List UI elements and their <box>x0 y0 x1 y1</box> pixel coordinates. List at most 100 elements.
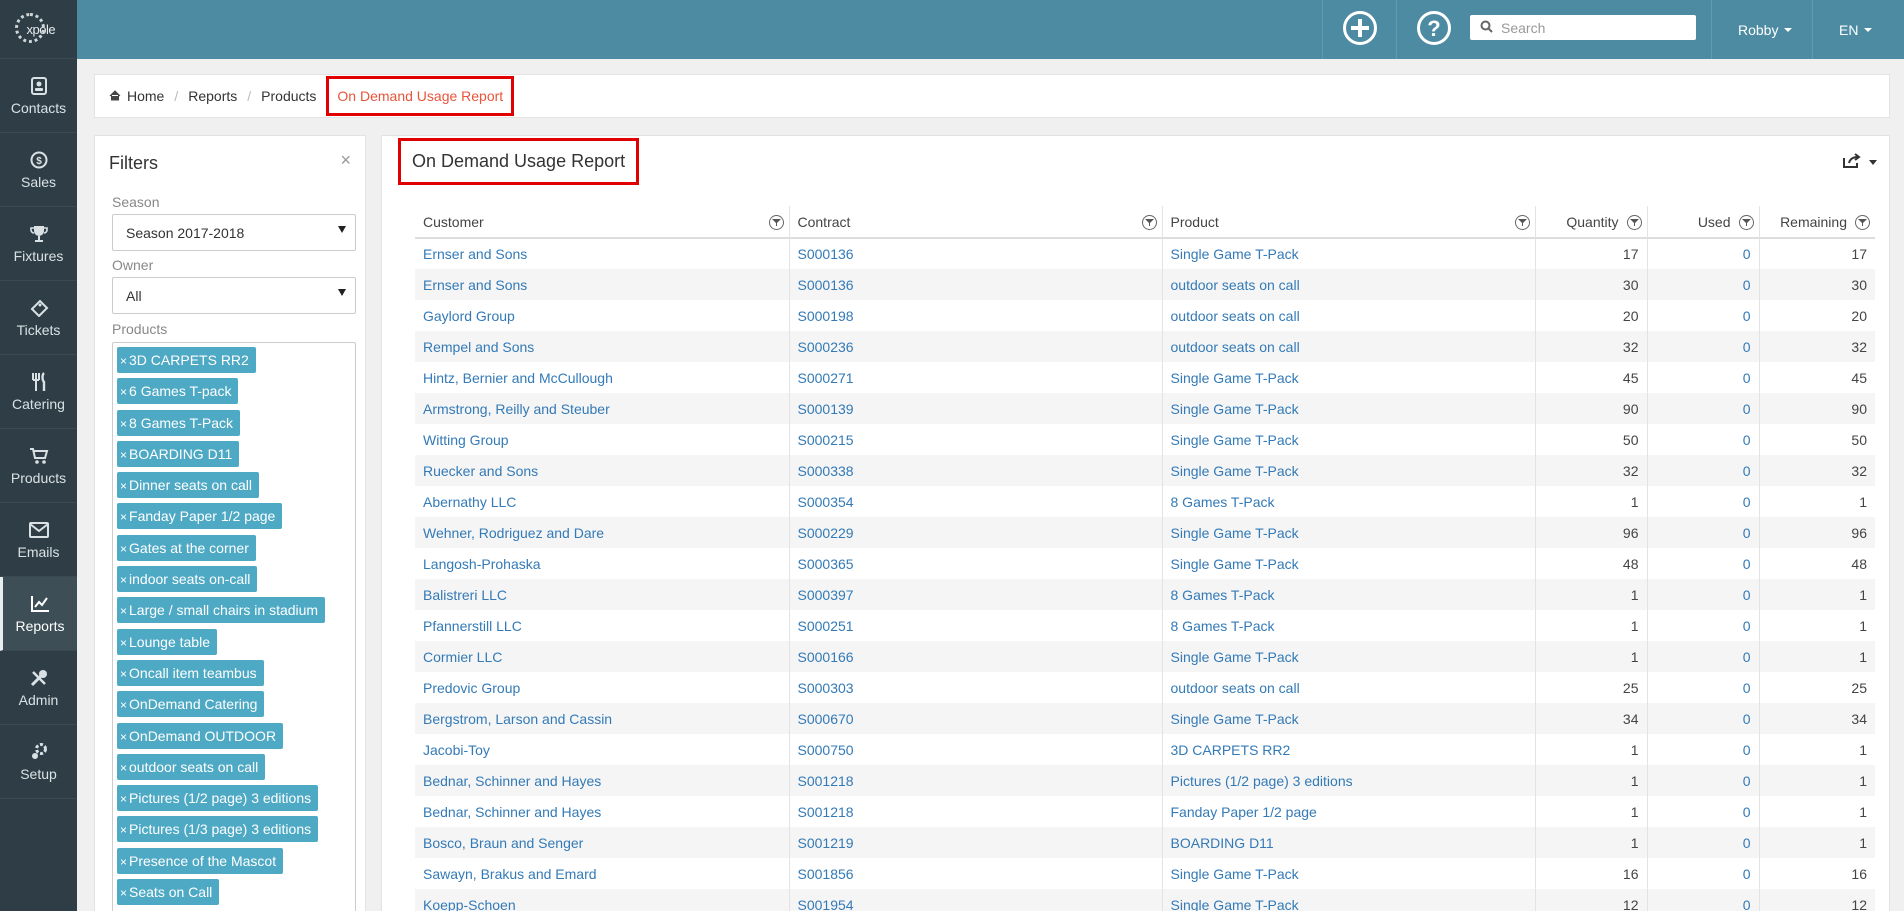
customer-link[interactable]: Balistreri LLC <box>415 579 789 610</box>
product-link[interactable]: 3D CARPETS RR2 <box>1161 734 1535 765</box>
nav-products[interactable]: Products <box>0 429 77 503</box>
customer-link[interactable]: Hintz, Bernier and McCullough <box>415 362 789 393</box>
breadcrumb-home[interactable]: Home <box>127 88 164 104</box>
remove-tag-icon[interactable]: × <box>120 855 127 869</box>
column-product[interactable]: Product <box>1161 206 1535 239</box>
product-link[interactable]: BOARDING D11 <box>1161 827 1535 858</box>
used-link[interactable]: 0 <box>1646 548 1759 579</box>
remove-tag-icon[interactable]: × <box>120 761 127 775</box>
filter-icon[interactable] <box>1141 215 1157 230</box>
filter-icon[interactable] <box>1514 215 1530 230</box>
column-contract[interactable]: Contract <box>788 206 1162 239</box>
remove-tag-icon[interactable]: × <box>120 886 127 900</box>
product-tag[interactable]: × OnDemand Catering <box>117 691 265 718</box>
contract-link[interactable]: S000236 <box>788 331 1162 362</box>
remove-tag-icon[interactable]: × <box>120 604 127 618</box>
customer-link[interactable]: Ernser and Sons <box>415 269 789 300</box>
breadcrumb-reports[interactable]: Reports <box>188 88 237 104</box>
search-input[interactable] <box>1501 19 1681 36</box>
product-link[interactable]: Single Game T-Pack <box>1161 889 1535 911</box>
remove-tag-icon[interactable]: × <box>120 417 127 431</box>
remove-tag-icon[interactable]: × <box>120 698 127 712</box>
used-link[interactable]: 0 <box>1646 858 1759 889</box>
customer-link[interactable]: Ruecker and Sons <box>415 455 789 486</box>
used-link[interactable]: 0 <box>1646 517 1759 548</box>
nav-reports[interactable]: Reports <box>0 577 77 651</box>
product-tag[interactable]: × Large / small chairs in stadium <box>117 597 326 624</box>
product-tag[interactable]: × Lounge table <box>117 628 217 655</box>
nav-contacts[interactable]: Contacts <box>0 59 77 133</box>
used-link[interactable]: 0 <box>1646 300 1759 331</box>
product-link[interactable]: Single Game T-Pack <box>1161 517 1535 548</box>
used-link[interactable]: 0 <box>1646 827 1759 858</box>
remove-tag-icon[interactable]: × <box>120 730 127 744</box>
customer-link[interactable]: Bergstrom, Larson and Cassin <box>415 703 789 734</box>
filter-icon[interactable] <box>1855 215 1870 230</box>
product-tag[interactable]: × Presence of the Mascot <box>117 847 284 874</box>
used-link[interactable]: 0 <box>1646 424 1759 455</box>
contract-link[interactable]: S000670 <box>788 703 1162 734</box>
contract-link[interactable]: S001218 <box>788 765 1162 796</box>
used-link[interactable]: 0 <box>1646 796 1759 827</box>
product-tag[interactable]: × outdoor seats on call <box>117 753 266 780</box>
export-menu[interactable] <box>1843 153 1877 171</box>
product-link[interactable]: outdoor seats on call <box>1161 269 1535 300</box>
close-icon[interactable]: × <box>340 150 351 171</box>
language-menu[interactable]: EN <box>1812 0 1904 59</box>
app-logo[interactable]: xpole <box>0 0 77 59</box>
product-link[interactable]: Single Game T-Pack <box>1161 858 1535 889</box>
used-link[interactable]: 0 <box>1646 579 1759 610</box>
product-tag[interactable]: × Pictures (1/2 page) 3 editions <box>117 785 319 812</box>
owner-select[interactable]: All <box>112 277 356 314</box>
help-button[interactable]: ? <box>1396 0 1470 59</box>
used-link[interactable]: 0 <box>1646 331 1759 362</box>
contract-link[interactable]: S000251 <box>788 610 1162 641</box>
customer-link[interactable]: Cormier LLC <box>415 641 789 672</box>
customer-link[interactable]: Pfannerstill LLC <box>415 610 789 641</box>
used-link[interactable]: 0 <box>1646 269 1759 300</box>
contract-link[interactable]: S000271 <box>788 362 1162 393</box>
column-quantity[interactable]: Quantity <box>1534 206 1647 239</box>
product-tag[interactable]: × Gates at the corner <box>117 534 256 561</box>
product-tag[interactable]: × 6 Games T-pack <box>117 378 239 405</box>
nav-emails[interactable]: Emails <box>0 503 77 577</box>
remove-tag-icon[interactable]: × <box>120 792 127 806</box>
season-select[interactable]: Season 2017-2018 <box>112 214 356 251</box>
contract-link[interactable]: S000750 <box>788 734 1162 765</box>
used-link[interactable]: 0 <box>1646 641 1759 672</box>
customer-link[interactable]: Abernathy LLC <box>415 486 789 517</box>
column-remaining[interactable]: Remaining <box>1758 206 1875 239</box>
used-link[interactable]: 0 <box>1646 486 1759 517</box>
contract-link[interactable]: S001954 <box>788 889 1162 911</box>
customer-link[interactable]: Bosco, Braun and Senger <box>415 827 789 858</box>
used-link[interactable]: 0 <box>1646 889 1759 911</box>
product-tag[interactable]: × 8 Games T-Pack <box>117 409 241 436</box>
customer-link[interactable]: Langosh-Prohaska <box>415 548 789 579</box>
product-link[interactable]: 8 Games T-Pack <box>1161 486 1535 517</box>
contract-link[interactable]: S000354 <box>788 486 1162 517</box>
nav-catering[interactable]: Catering <box>0 355 77 429</box>
nav-tickets[interactable]: Tickets <box>0 281 77 355</box>
customer-link[interactable]: Jacobi-Toy <box>415 734 789 765</box>
customer-link[interactable]: Gaylord Group <box>415 300 789 331</box>
product-tag[interactable]: × Seats on Call <box>117 879 220 906</box>
product-link[interactable]: 8 Games T-Pack <box>1161 610 1535 641</box>
nav-sales[interactable]: $ Sales <box>0 133 77 207</box>
product-link[interactable]: Single Game T-Pack <box>1161 548 1535 579</box>
product-link[interactable]: Fanday Paper 1/2 page <box>1161 796 1535 827</box>
customer-link[interactable]: Koepp-Schoen <box>415 889 789 911</box>
remove-tag-icon[interactable]: × <box>120 510 127 524</box>
product-link[interactable]: Pictures (1/2 page) 3 editions <box>1161 765 1535 796</box>
product-tag[interactable]: × 3D CARPETS RR2 <box>117 347 256 373</box>
contract-link[interactable]: S000229 <box>788 517 1162 548</box>
used-link[interactable]: 0 <box>1646 238 1759 269</box>
nav-admin[interactable]: Admin <box>0 651 77 725</box>
customer-link[interactable]: Predovic Group <box>415 672 789 703</box>
used-link[interactable]: 0 <box>1646 393 1759 424</box>
used-link[interactable]: 0 <box>1646 703 1759 734</box>
remove-tag-icon[interactable]: × <box>120 354 127 368</box>
product-link[interactable]: 8 Games T-Pack <box>1161 579 1535 610</box>
products-multiselect[interactable]: × 3D CARPETS RR2 × 6 Games T-pack × 8 Games T… <box>112 342 356 911</box>
product-link[interactable]: Single Game T-Pack <box>1161 362 1535 393</box>
contract-link[interactable]: S001218 <box>788 796 1162 827</box>
